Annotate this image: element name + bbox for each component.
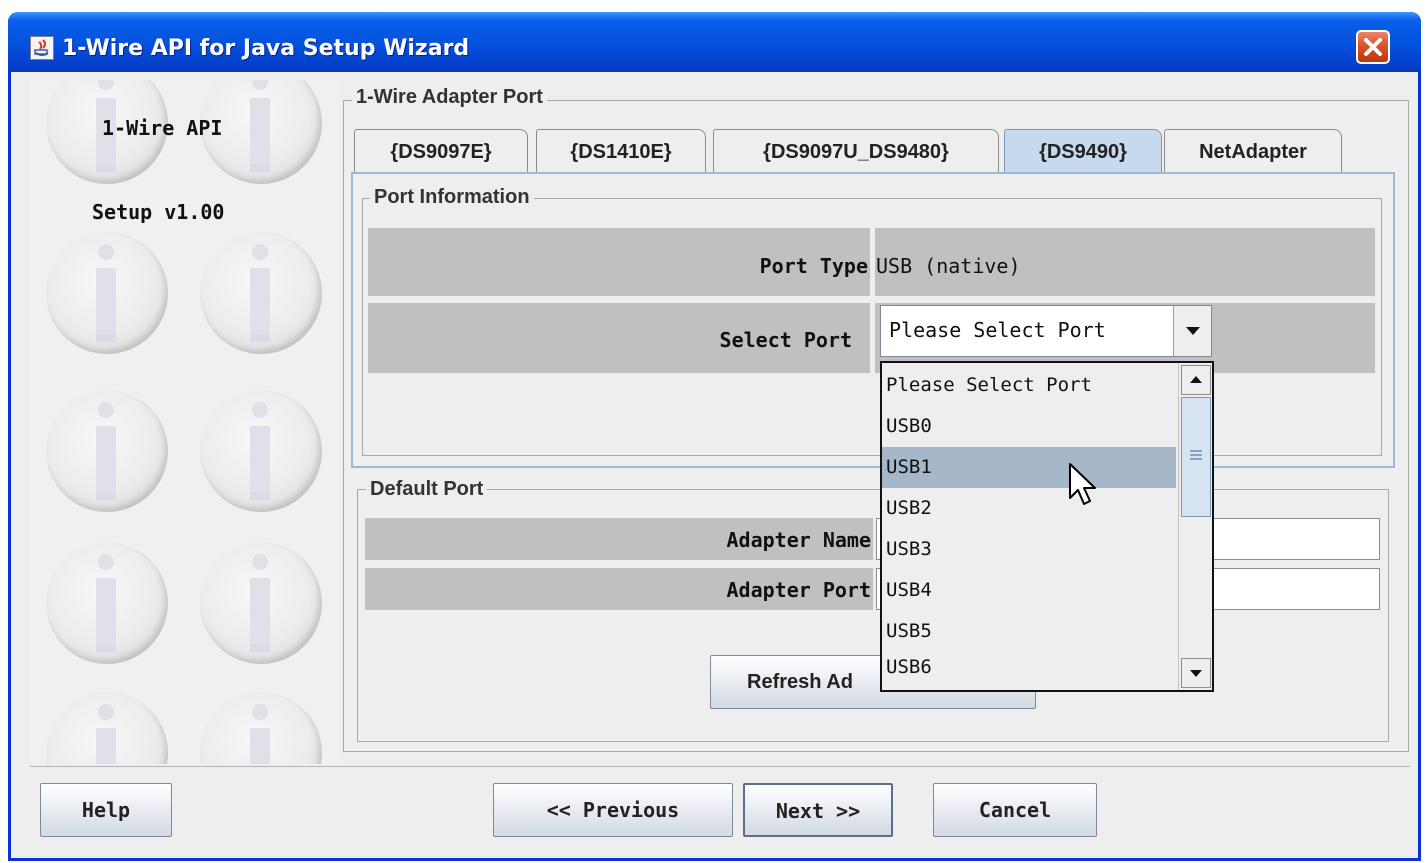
tab-ds9490[interactable]: {DS9490} [1004, 129, 1162, 175]
tab-ds9097u-ds9480[interactable]: {DS9097U_DS9480} [713, 129, 999, 173]
grip-icon [1190, 450, 1202, 460]
next-button[interactable]: Next >> [743, 783, 893, 837]
scroll-down-button[interactable] [1181, 658, 1211, 688]
default-port-title: Default Port [366, 478, 488, 501]
dropdown-item-usb1[interactable]: USB1 [882, 447, 1176, 488]
dropdown-item-usb5[interactable]: USB5 [882, 611, 1176, 652]
info-badge-icon [200, 232, 322, 354]
tab-ds9097e[interactable]: {DS9097E} [354, 129, 528, 173]
port-type-label: Port Type [759, 254, 868, 278]
scroll-thumb[interactable] [1181, 397, 1211, 517]
sidebar-product-name: 1-Wire API [102, 116, 223, 140]
tab-netadapter[interactable]: NetAdapter [1164, 129, 1342, 173]
sidebar-version: Setup v1.00 [92, 200, 225, 224]
mouse-cursor-icon [1069, 463, 1096, 505]
info-badge-icon [46, 232, 168, 354]
select-port-label: Select Port [719, 328, 852, 352]
info-badge-icon [46, 542, 168, 664]
dropdown-item-usb6[interactable]: USB6 [882, 652, 1176, 688]
close-icon [1364, 38, 1382, 56]
adapter-name-label: Adapter Name [726, 528, 872, 552]
port-information-title: Port Information [370, 186, 534, 209]
help-button[interactable]: Help [40, 783, 172, 837]
dropdown-scrollbar[interactable] [1178, 363, 1212, 690]
select-port-combobox[interactable]: Please Select Port [880, 305, 1212, 357]
close-button[interactable] [1356, 30, 1390, 64]
cancel-button[interactable]: Cancel [933, 783, 1097, 837]
port-dropdown-list[interactable]: Please Select Port USB0 USB1 USB2 USB3 U… [880, 361, 1214, 692]
info-badge-icon [200, 692, 322, 764]
dropdown-item-please-select[interactable]: Please Select Port [882, 365, 1176, 406]
info-badge-icon [46, 390, 168, 512]
combobox-arrow-button[interactable] [1173, 306, 1211, 356]
arrow-down-icon [1190, 670, 1202, 677]
dropdown-item-usb0[interactable]: USB0 [882, 406, 1176, 447]
info-badge-icon [46, 692, 168, 764]
tab-ds1410e[interactable]: {DS1410E} [536, 129, 706, 173]
dropdown-item-usb4[interactable]: USB4 [882, 570, 1176, 611]
adapter-port-group-title: 1-Wire Adapter Port [352, 86, 547, 109]
info-badge-icon [200, 542, 322, 664]
dropdown-item-usb3[interactable]: USB3 [882, 529, 1176, 570]
refresh-adapter-label: Refresh Ad [747, 671, 853, 693]
window-title: 1-Wire API for Java Setup Wizard [62, 36, 470, 61]
info-badge-icon [200, 390, 322, 512]
chevron-down-icon [1186, 327, 1200, 335]
dropdown-item-usb2[interactable]: USB2 [882, 488, 1176, 529]
adapter-port-label: Adapter Port [726, 578, 872, 602]
select-port-combobox-value: Please Select Port [889, 318, 1106, 342]
java-app-icon [30, 36, 54, 60]
arrow-up-icon [1190, 376, 1202, 383]
scroll-up-button[interactable] [1181, 365, 1211, 395]
port-type-value: USB (native) [876, 254, 1021, 278]
previous-button[interactable]: << Previous [493, 783, 733, 837]
sidebar-graphic: 1-Wire API Setup v1.00 [30, 80, 340, 764]
